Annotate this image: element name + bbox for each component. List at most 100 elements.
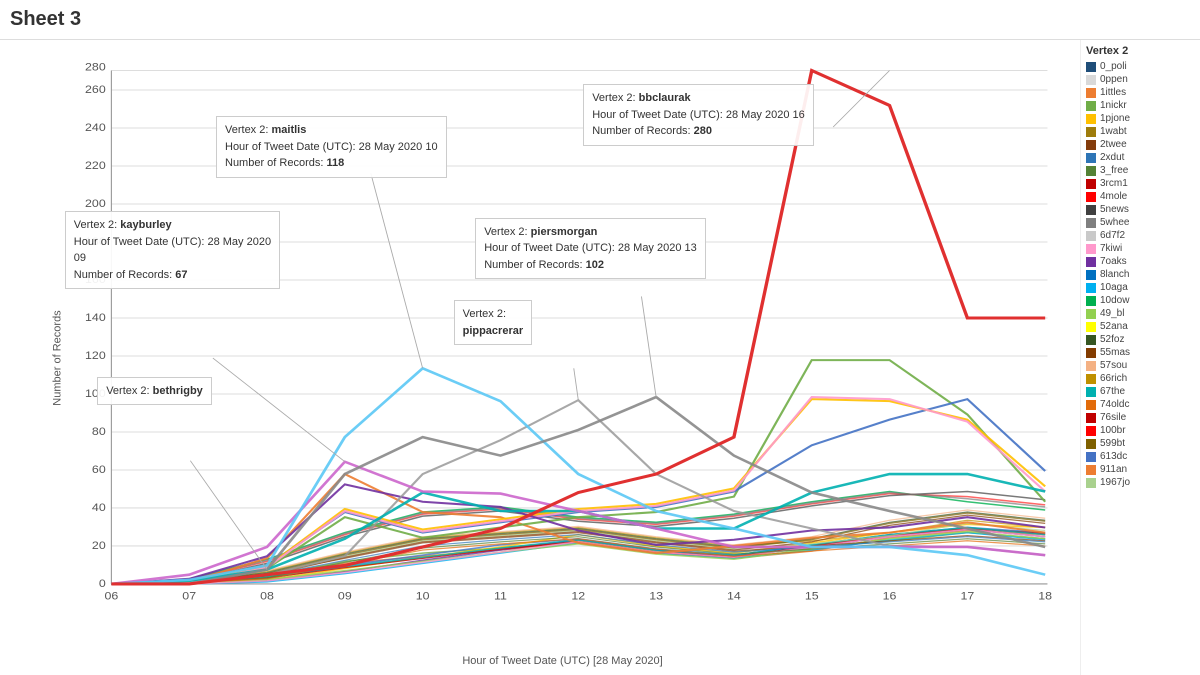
legend-item: 76sile [1086, 412, 1195, 423]
legend-item-label: 67the [1100, 386, 1125, 397]
legend-color-swatch [1086, 179, 1096, 189]
legend-item-label: 1wabt [1100, 126, 1127, 137]
legend-item: 1pjone [1086, 113, 1195, 124]
legend-item-label: 4mole [1100, 191, 1127, 202]
svg-text:06: 06 [104, 589, 118, 602]
legend-item: 66rich [1086, 373, 1195, 384]
legend-item-label: 1ittles [1100, 87, 1126, 98]
legend-item-label: 3_free [1100, 165, 1128, 176]
legend-item-label: 49_bl [1100, 308, 1124, 319]
legend-color-swatch [1086, 296, 1096, 306]
legend-color-swatch [1086, 140, 1096, 150]
svg-text:17: 17 [960, 589, 974, 602]
legend-item: 7kiwi [1086, 243, 1195, 254]
legend-item-label: 6d7f2 [1100, 230, 1125, 241]
legend-color-swatch [1086, 75, 1096, 85]
svg-text:13: 13 [649, 589, 663, 602]
legend-color-swatch [1086, 465, 1096, 475]
legend-item-label: 7kiwi [1100, 243, 1122, 254]
svg-text:140: 140 [85, 311, 106, 324]
legend-item-label: 52foz [1100, 334, 1124, 345]
legend-item: 3rcm1 [1086, 178, 1195, 189]
legend-item: 3_free [1086, 165, 1195, 176]
legend-item: 7oaks [1086, 256, 1195, 267]
svg-text:20: 20 [92, 539, 106, 552]
svg-text:40: 40 [92, 501, 106, 514]
legend-item-label: 2xdut [1100, 152, 1124, 163]
legend-item: 613dc [1086, 451, 1195, 462]
svg-text:16: 16 [883, 589, 897, 602]
legend-item: 5news [1086, 204, 1195, 215]
legend-item: 10aga [1086, 282, 1195, 293]
legend-item: 599bt [1086, 438, 1195, 449]
legend-item: 1wabt [1086, 126, 1195, 137]
legend-items: 0_poli 0ppen 1ittles 1nickr 1pjone 1wabt 2twee… [1086, 61, 1195, 488]
svg-text:14: 14 [727, 589, 741, 602]
legend-item: 100br [1086, 425, 1195, 436]
legend-item: 57sou [1086, 360, 1195, 371]
legend-color-swatch [1086, 114, 1096, 124]
legend-item-label: 57sou [1100, 360, 1127, 371]
legend-item-label: 76sile [1100, 412, 1126, 423]
legend-item: 52foz [1086, 334, 1195, 345]
legend-item-label: 52ana [1100, 321, 1128, 332]
legend-color-swatch [1086, 400, 1096, 410]
legend-color-swatch [1086, 283, 1096, 293]
legend-color-swatch [1086, 218, 1096, 228]
legend-color-swatch [1086, 101, 1096, 111]
legend-item: 2xdut [1086, 152, 1195, 163]
svg-text:200: 200 [85, 197, 106, 210]
legend-color-swatch [1086, 257, 1096, 267]
legend-color-swatch [1086, 309, 1096, 319]
legend-color-swatch [1086, 322, 1096, 332]
legend-item-label: 1pjone [1100, 113, 1130, 124]
legend-item-label: 2twee [1100, 139, 1127, 150]
legend-color-swatch [1086, 361, 1096, 371]
legend-color-swatch [1086, 348, 1096, 358]
legend-item: 4mole [1086, 191, 1195, 202]
svg-text:260: 260 [85, 83, 106, 96]
legend-color-swatch [1086, 335, 1096, 345]
legend-item-label: 10aga [1100, 282, 1128, 293]
legend-item: 67the [1086, 386, 1195, 397]
legend-color-swatch [1086, 166, 1096, 176]
legend-item: 1nickr [1086, 100, 1195, 111]
page-header: Sheet 3 [0, 0, 1200, 40]
legend-item: 49_bl [1086, 308, 1195, 319]
legend-item: 55mas [1086, 347, 1195, 358]
legend-item-label: 7oaks [1100, 256, 1127, 267]
legend-color-swatch [1086, 153, 1096, 163]
legend-color-swatch [1086, 270, 1096, 280]
legend-item: 52ana [1086, 321, 1195, 332]
legend-item: 6d7f2 [1086, 230, 1195, 241]
legend-item: 0ppen [1086, 74, 1195, 85]
legend-item-label: 1nickr [1100, 100, 1127, 111]
legend-item-label: 599bt [1100, 438, 1125, 449]
legend-item-label: 613dc [1100, 451, 1127, 462]
svg-text:60: 60 [92, 463, 106, 476]
legend-item-label: 100br [1100, 425, 1126, 436]
legend-area: Vertex 2 0_poli0ppen1ittles1nickr1pjone1… [1080, 40, 1200, 675]
legend-item-label: 74oldc [1100, 399, 1129, 410]
svg-text:240: 240 [85, 121, 106, 134]
legend-color-swatch [1086, 192, 1096, 202]
legend-color-swatch [1086, 127, 1096, 137]
legend-color-swatch [1086, 478, 1096, 488]
svg-text:120: 120 [85, 349, 106, 362]
legend-color-swatch [1086, 374, 1096, 384]
svg-text:220: 220 [85, 159, 106, 172]
legend-item: 2twee [1086, 139, 1195, 150]
legend-item: 1967jo [1086, 477, 1195, 488]
legend-item-label: 5news [1100, 204, 1129, 215]
x-axis-label: Hour of Tweet Date (UTC) [28 May 2020] [55, 655, 1070, 667]
legend-color-swatch [1086, 426, 1096, 436]
legend-item: 0_poli [1086, 61, 1195, 72]
svg-text:100: 100 [85, 387, 106, 400]
svg-text:10: 10 [416, 589, 430, 602]
legend-item: 1ittles [1086, 87, 1195, 98]
legend-item-label: 8lanch [1100, 269, 1129, 280]
legend-item-label: 1967jo [1100, 477, 1130, 488]
legend-item-label: 0_poli [1100, 61, 1127, 72]
legend-item: 74oldc [1086, 399, 1195, 410]
legend-color-swatch [1086, 244, 1096, 254]
